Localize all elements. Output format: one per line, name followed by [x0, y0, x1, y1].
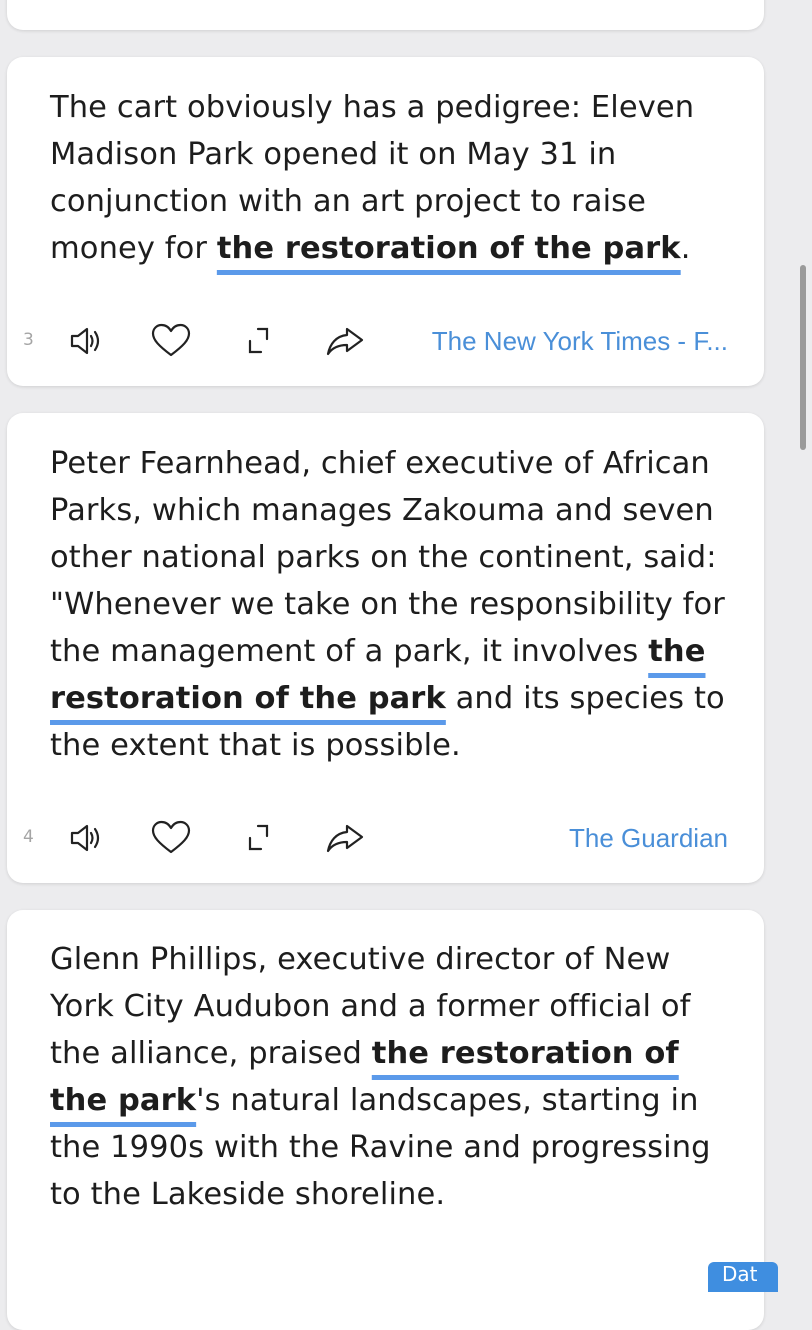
- scrollbar[interactable]: [800, 265, 806, 450]
- heart-icon[interactable]: [149, 818, 193, 858]
- speaker-icon[interactable]: [62, 321, 106, 361]
- example-sentence: The cart obviously has a pedigree: Eleve…: [50, 84, 740, 272]
- expand-icon[interactable]: [236, 818, 280, 858]
- previous-card: [7, 0, 764, 30]
- card-actions: 3 The New York Times - F...: [7, 321, 764, 361]
- example-sentence: Glenn Phillips, executive director of Ne…: [50, 936, 740, 1218]
- example-card: Peter Fearnhead, chief executive of Afri…: [7, 413, 764, 883]
- share-icon[interactable]: [323, 321, 367, 361]
- source-link[interactable]: The Guardian: [569, 823, 728, 854]
- highlighted-phrase: the restoration of the park: [216, 231, 681, 266]
- example-sentence: Peter Fearnhead, chief executive of Afri…: [50, 440, 740, 769]
- expand-icon[interactable]: [236, 321, 280, 361]
- card-number: 3: [23, 330, 34, 350]
- card-number: 4: [23, 827, 34, 847]
- example-card: The cart obviously has a pedigree: Eleve…: [7, 57, 764, 386]
- share-icon[interactable]: [323, 818, 367, 858]
- source-link[interactable]: The New York Times - F...: [432, 326, 728, 357]
- card-actions: 4 The Guardian: [7, 818, 764, 858]
- example-card: Glenn Phillips, executive director of Ne…: [7, 910, 764, 1330]
- sentence-text: Peter Fearnhead, chief executive of Afri…: [50, 446, 725, 669]
- speaker-icon[interactable]: [62, 818, 106, 858]
- sentence-text-end: .: [680, 231, 691, 266]
- bottom-action-button[interactable]: Dat: [708, 1262, 778, 1292]
- heart-icon[interactable]: [149, 321, 193, 361]
